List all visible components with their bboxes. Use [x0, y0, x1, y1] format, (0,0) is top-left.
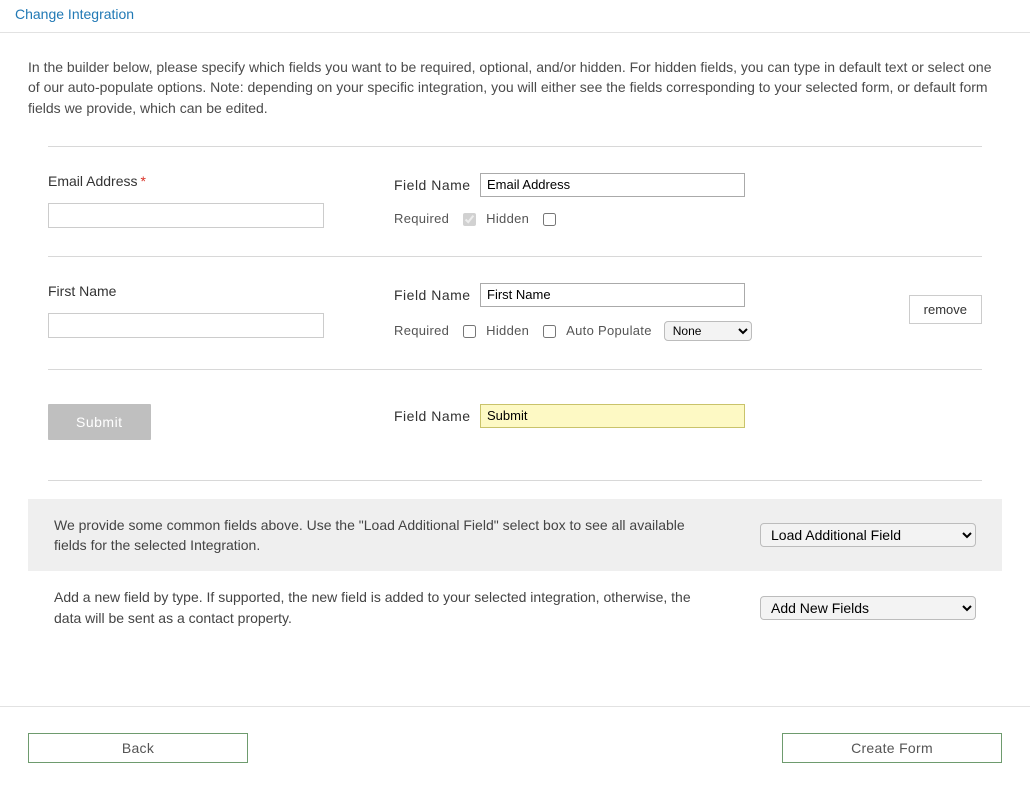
- intro-text: In the builder below, please specify whi…: [28, 57, 1002, 118]
- callout-add-new: Add a new field by type. If supported, t…: [28, 571, 1002, 644]
- field-name-label: Field Name: [394, 408, 480, 424]
- firstname-label: First Name: [48, 283, 374, 299]
- email-required-checkbox[interactable]: [463, 213, 476, 226]
- hidden-label: Hidden: [486, 323, 529, 338]
- change-integration-link[interactable]: Change Integration: [15, 6, 134, 22]
- field-row-email: Email Address* Field Name Required Hidde…: [48, 147, 982, 256]
- load-additional-field-select[interactable]: Load Additional Field: [760, 523, 976, 547]
- create-form-button[interactable]: Create Form: [782, 733, 1002, 763]
- back-button[interactable]: Back: [28, 733, 248, 763]
- firstname-hidden-checkbox[interactable]: [543, 325, 556, 338]
- add-new-fields-select[interactable]: Add New Fields: [760, 596, 976, 620]
- email-input[interactable]: [48, 203, 324, 228]
- submit-fieldname-input[interactable]: [480, 404, 745, 428]
- callout-text: We provide some common fields above. Use…: [54, 515, 736, 556]
- email-fieldname-input[interactable]: [480, 173, 745, 197]
- email-label: Email Address*: [48, 173, 374, 189]
- firstname-input[interactable]: [48, 313, 324, 338]
- firstname-required-checkbox[interactable]: [463, 325, 476, 338]
- required-star: *: [140, 173, 145, 189]
- firstname-fieldname-input[interactable]: [480, 283, 745, 307]
- callout-load-additional: We provide some common fields above. Use…: [28, 499, 1002, 572]
- required-label: Required: [394, 211, 449, 226]
- submit-preview-button: Submit: [48, 404, 151, 440]
- field-row-submit: Submit Field Name: [48, 370, 982, 480]
- field-row-firstname: First Name Field Name Required Hidden Au…: [48, 257, 982, 369]
- footer-bar: Back Create Form: [0, 706, 1030, 763]
- callout-text: Add a new field by type. If supported, t…: [54, 587, 736, 628]
- divider: [48, 480, 982, 481]
- email-hidden-checkbox[interactable]: [543, 213, 556, 226]
- remove-button[interactable]: remove: [909, 295, 982, 324]
- field-name-label: Field Name: [394, 287, 480, 303]
- field-name-label: Field Name: [394, 177, 480, 193]
- firstname-autopopulate-select[interactable]: None: [664, 321, 752, 341]
- hidden-label: Hidden: [486, 211, 529, 226]
- autopopulate-label: Auto Populate: [566, 323, 652, 338]
- required-label: Required: [394, 323, 449, 338]
